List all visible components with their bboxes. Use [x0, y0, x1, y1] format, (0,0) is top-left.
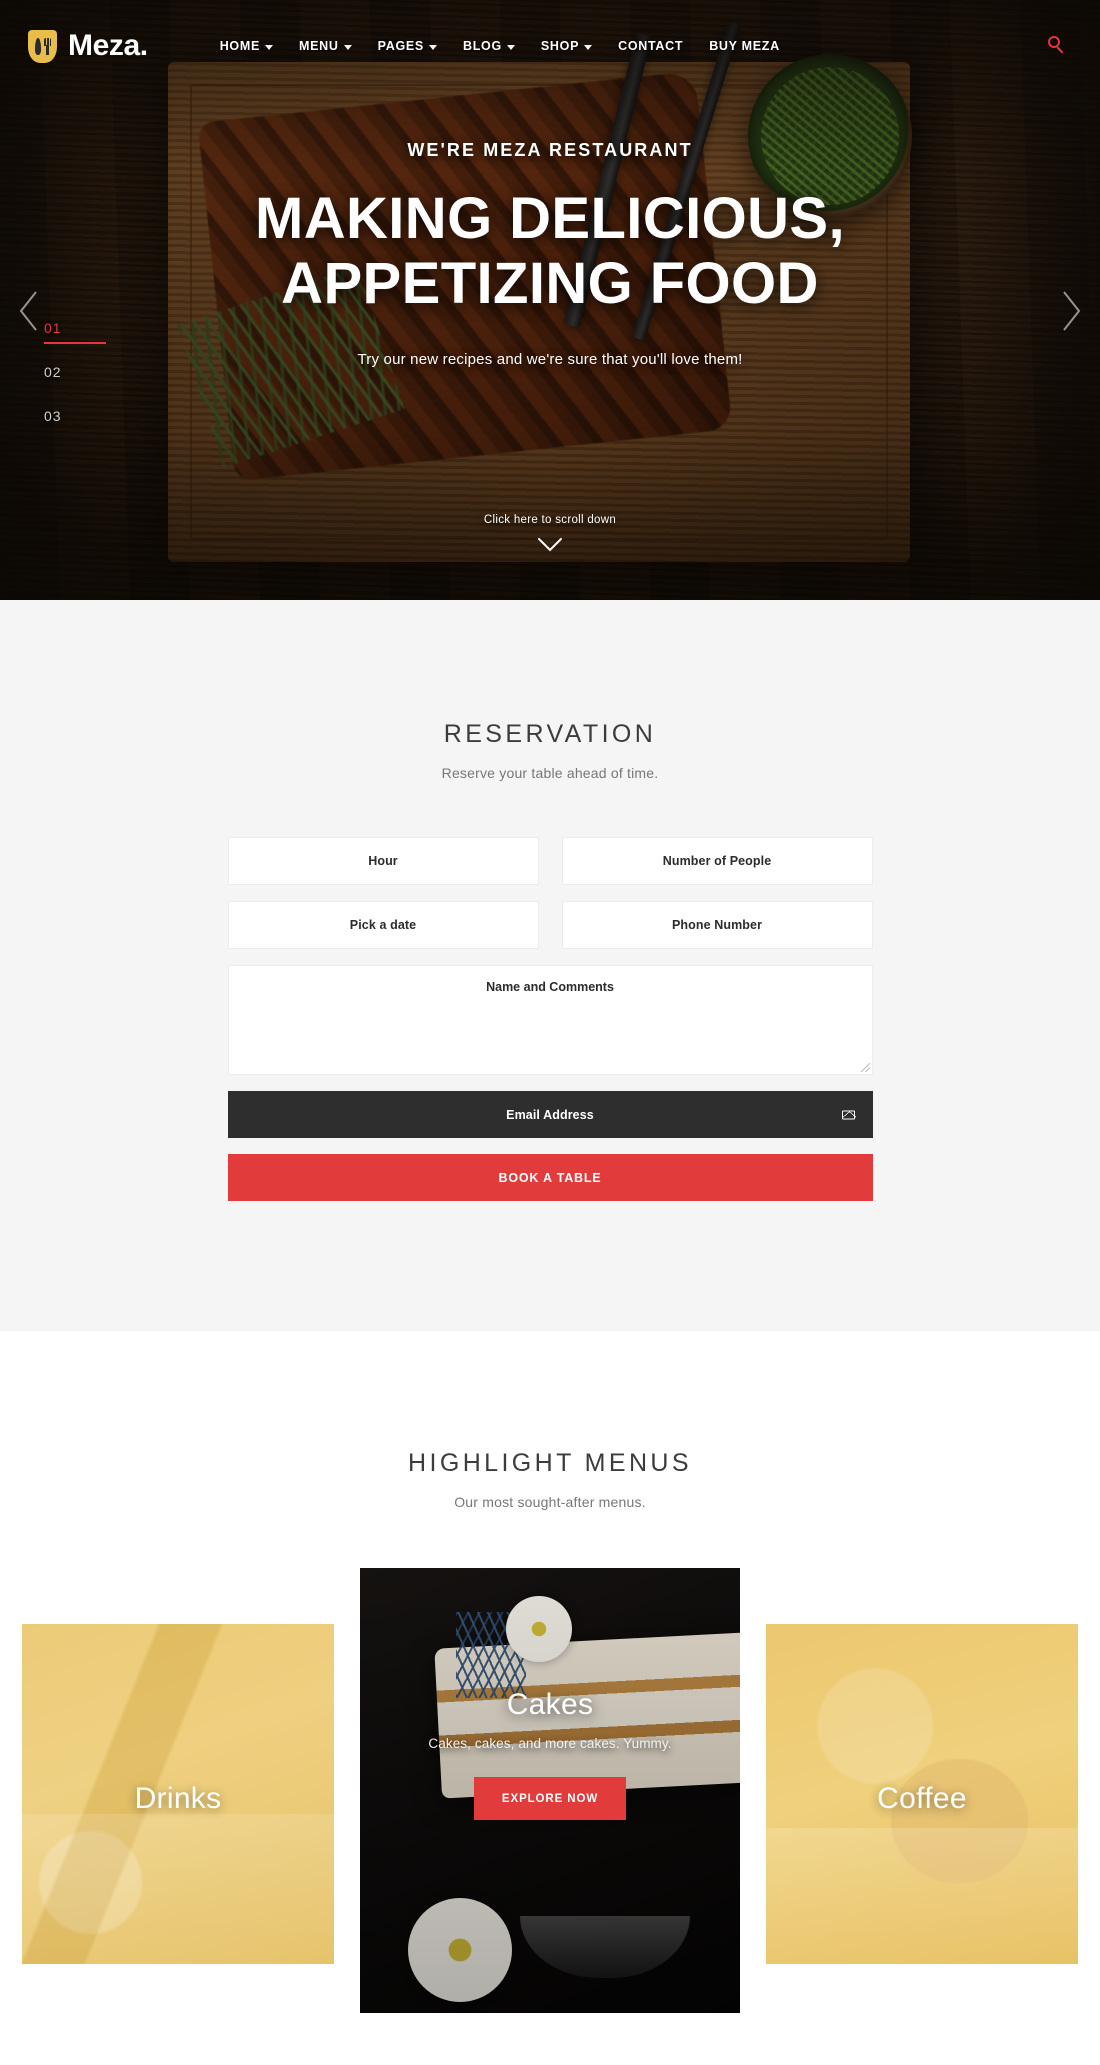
hero-title-line-2: APPETIZING FOOD: [281, 250, 819, 316]
chevron-down-icon: [343, 44, 352, 50]
nav-label-pages: PAGES: [377, 39, 424, 53]
nav-item-shop[interactable]: SHOP: [540, 39, 593, 53]
slider-dot-02[interactable]: 02: [40, 344, 108, 388]
scroll-down-label: Click here to scroll down: [483, 514, 617, 526]
highlights-title: HIGHLIGHT MENUS: [408, 1449, 692, 1477]
hero-subtitle: Try our new recipes and we're sure that …: [357, 350, 743, 368]
reservation-title: RESERVATION: [443, 720, 657, 748]
hero-copy: WE'RE MEZA RESTAURANT MAKING DELICIOUS, …: [0, 140, 1100, 368]
spoon-icon: [34, 37, 41, 55]
chevron-down-icon: [428, 44, 437, 50]
highlights-subtitle: Our most sought-after menus.: [454, 1494, 646, 1510]
nav-item-blog[interactable]: BLOG: [463, 39, 515, 53]
nav-label-menu: MENU: [299, 39, 339, 53]
chevron-down-icon: [265, 44, 274, 50]
nav-label-home: HOME: [219, 39, 261, 53]
highlight-card-drinks[interactable]: Drinks: [22, 1624, 334, 1964]
nav-label-shop: SHOP: [540, 39, 580, 53]
nav-item-home[interactable]: HOME: [219, 39, 274, 53]
hero-slider: Meza. HOME MENU PAGES BLOG SHOP CONTACT …: [0, 0, 1100, 600]
chevron-down-icon: [584, 44, 593, 50]
phone-number-input[interactable]: Phone Number: [561, 901, 873, 949]
nav-label-buy-meza: BUY MEZA: [709, 39, 780, 53]
shield-cutlery-icon: [28, 29, 57, 63]
slider-dot-01[interactable]: 01: [40, 300, 108, 344]
nav-label-contact: CONTACT: [618, 39, 684, 53]
highlight-card-coffee[interactable]: Coffee: [766, 1624, 1078, 1964]
nav-item-pages[interactable]: PAGES: [378, 39, 437, 53]
main-navigation: HOME MENU PAGES BLOG SHOP CONTACT BUY ME…: [220, 39, 780, 53]
nav-item-contact[interactable]: CONTACT: [618, 39, 683, 53]
cakes-content: Cakes Cakes, cakes, and more cakes. Yumm…: [360, 1688, 740, 1820]
hero-title-line-1: MAKING DELICIOUS,: [254, 186, 846, 251]
form-row-1: Hour Number of People: [227, 837, 873, 885]
chevron-down-icon: [538, 538, 562, 552]
highlight-menus-section: HIGHLIGHT MENUS Our most sought-after me…: [0, 1331, 1100, 2013]
nav-item-menu[interactable]: MENU: [299, 39, 352, 53]
hour-input[interactable]: Hour: [227, 837, 539, 885]
slider-next-arrow[interactable]: [1058, 290, 1084, 332]
reservation-section: RESERVATION Reserve your table ahead of …: [0, 600, 1100, 1331]
reservation-form: Hour Number of People Pick a date Phone …: [227, 837, 873, 1201]
explore-now-button[interactable]: EXPLORE NOW: [474, 1777, 626, 1820]
name-and-comments-textarea[interactable]: Name and Comments: [227, 965, 873, 1075]
scroll-down-button[interactable]: Click here to scroll down: [0, 514, 1100, 552]
search-icon[interactable]: [1046, 35, 1068, 57]
hero-eyebrow: WE'RE MEZA RESTAURANT: [407, 140, 693, 160]
chevron-down-icon: [506, 44, 515, 50]
highlights-heading: HIGHLIGHT MENUS Our most sought-after me…: [0, 1449, 1100, 1510]
form-row-2: Pick a date Phone Number: [227, 901, 873, 949]
cakes-description: Cakes, cakes, and more cakes. Yummy.: [428, 1736, 672, 1751]
book-a-table-button[interactable]: BOOK A TABLE: [227, 1154, 873, 1201]
slider-dot-03[interactable]: 03: [40, 388, 108, 432]
brand-name: Meza.: [68, 29, 148, 62]
email-address-placeholder: Email Address: [506, 1107, 594, 1122]
cakes-title: Cakes: [506, 1688, 594, 1721]
site-header: Meza. HOME MENU PAGES BLOG SHOP CONTACT …: [0, 0, 1100, 92]
email-address-input[interactable]: Email Address: [227, 1091, 873, 1138]
number-of-people-input[interactable]: Number of People: [561, 837, 873, 885]
highlight-card-cakes[interactable]: Cakes Cakes, cakes, and more cakes. Yumm…: [360, 1568, 740, 2013]
drinks-title: Drinks: [134, 1782, 222, 1815]
hero-title: MAKING DELICIOUS, APPETIZING FOOD: [0, 186, 1100, 317]
reservation-heading: RESERVATION Reserve your table ahead of …: [0, 720, 1100, 781]
date-input[interactable]: Pick a date: [227, 901, 539, 949]
highlight-cards: Drinks Cakes Cakes, cakes, and more cake…: [0, 1568, 1100, 2013]
nav-item-buy-meza[interactable]: BUY MEZA: [709, 39, 780, 53]
fork-icon: [43, 37, 51, 55]
slider-prev-arrow[interactable]: [16, 290, 42, 332]
brand-logo[interactable]: Meza.: [28, 29, 148, 63]
nav-label-blog: BLOG: [462, 39, 502, 53]
envelope-icon: [841, 1110, 856, 1120]
slider-pagination: 01 02 03: [40, 300, 108, 432]
coffee-title: Coffee: [877, 1782, 967, 1815]
reservation-subtitle: Reserve your table ahead of time.: [441, 765, 659, 781]
